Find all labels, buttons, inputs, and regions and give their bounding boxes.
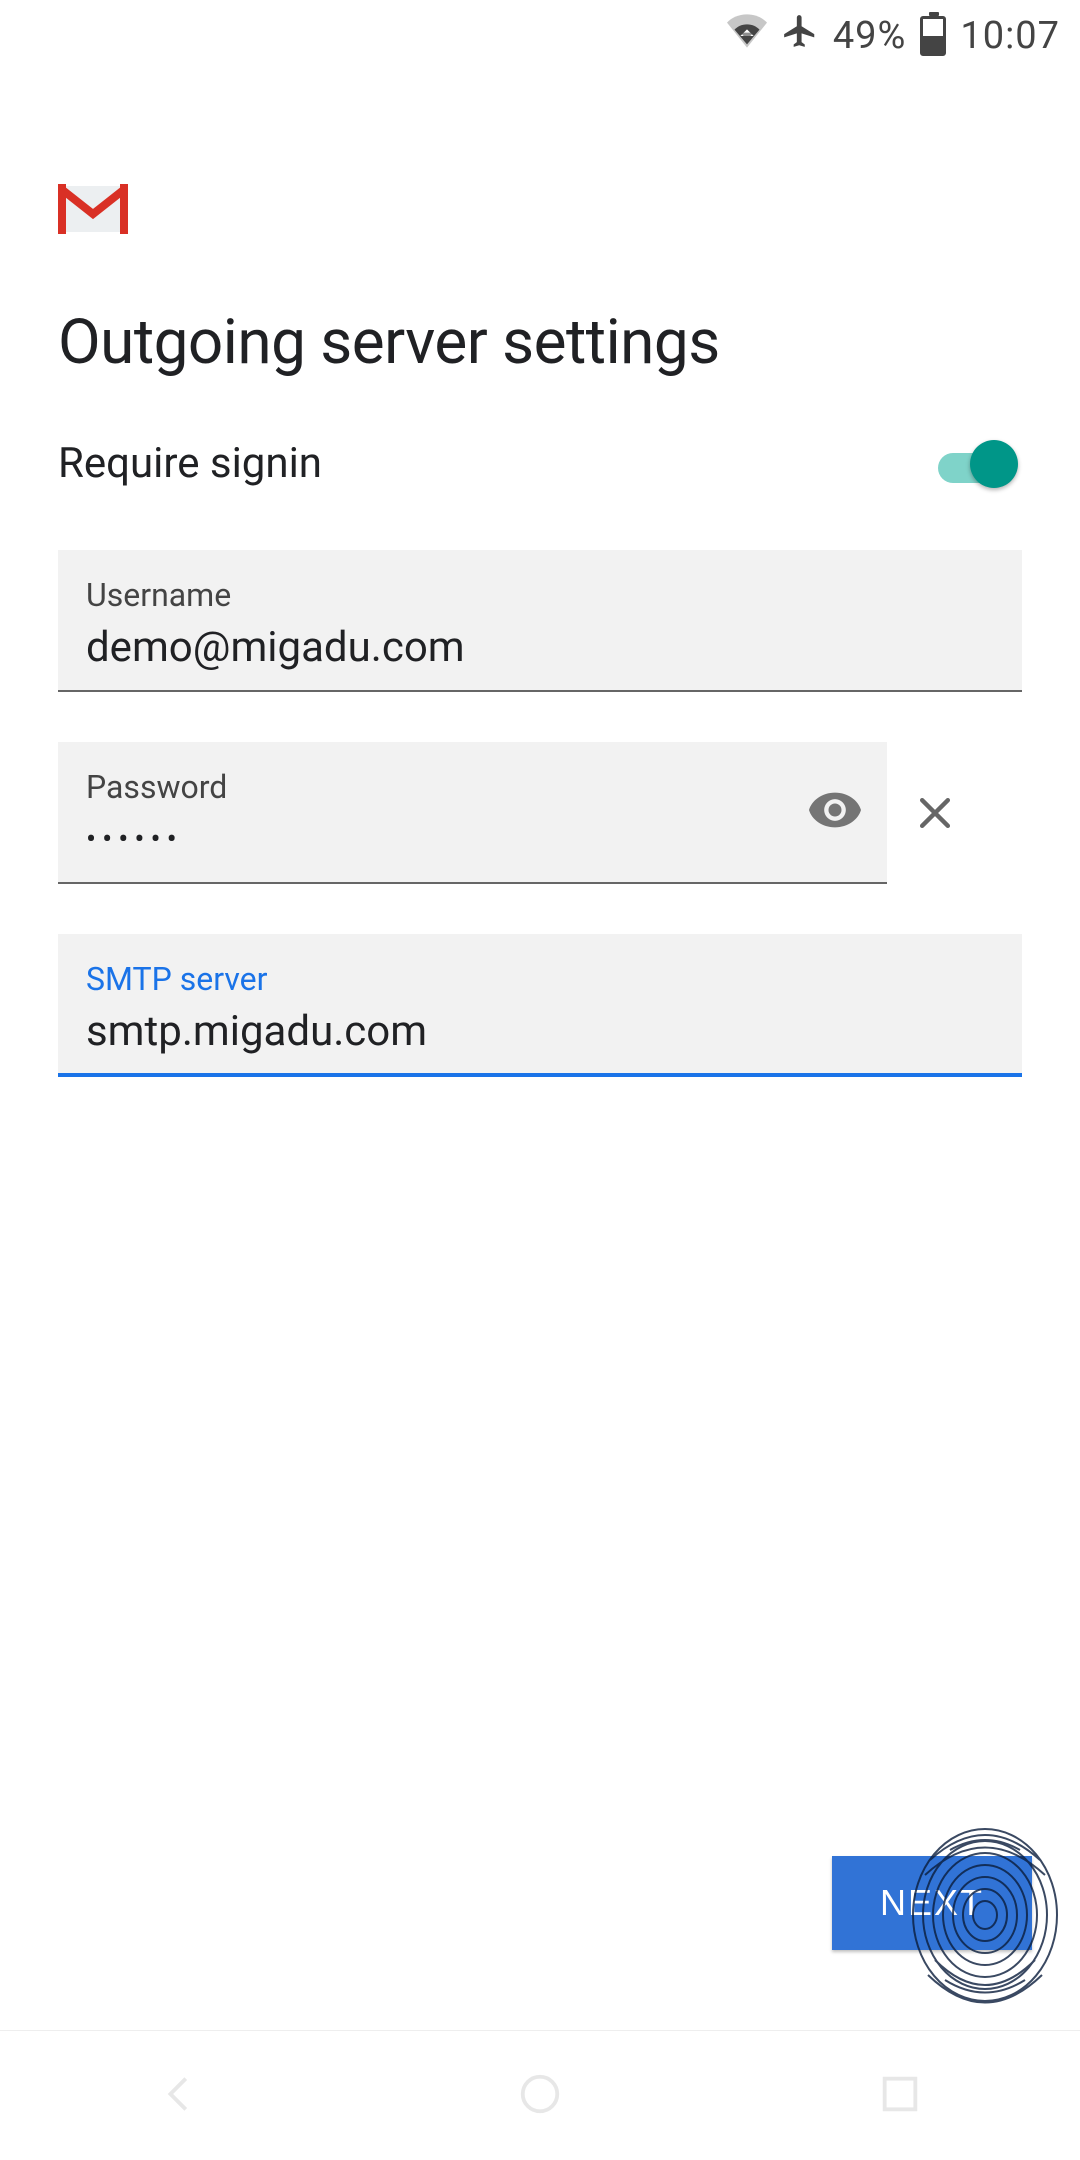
battery-percentage: 49% xyxy=(833,14,907,58)
password-field[interactable]: Password •••••• xyxy=(58,742,887,884)
nav-recents-icon[interactable] xyxy=(877,2071,923,2121)
airplane-mode-icon xyxy=(781,12,819,60)
require-signin-row: Require signin xyxy=(58,439,1022,488)
password-label: Password xyxy=(86,768,859,806)
clear-password-button[interactable] xyxy=(905,783,965,843)
username-label: Username xyxy=(86,576,994,614)
smtp-server-field[interactable]: SMTP server smtp.migadu.com xyxy=(58,934,1022,1076)
status-clock: 10:07 xyxy=(960,14,1060,58)
gmail-icon xyxy=(58,184,128,234)
status-bar: 49% 10:07 xyxy=(0,0,1080,72)
wifi-icon xyxy=(727,14,767,58)
require-signin-toggle[interactable] xyxy=(938,444,1012,484)
show-password-icon[interactable] xyxy=(809,792,861,832)
password-input[interactable]: •••••• xyxy=(86,816,859,864)
username-field[interactable]: Username demo@migadu.com xyxy=(58,550,1022,692)
smtp-server-input[interactable]: smtp.migadu.com xyxy=(86,1008,994,1056)
page-title: Outgoing server settings xyxy=(58,306,1022,379)
smtp-server-label: SMTP server xyxy=(86,960,994,998)
nav-home-icon[interactable] xyxy=(517,2071,563,2121)
battery-icon xyxy=(920,16,946,56)
next-button[interactable]: NEXT xyxy=(832,1856,1032,1950)
nav-back-icon[interactable] xyxy=(157,2071,203,2121)
android-nav-bar xyxy=(0,2030,1080,2160)
main-content: Outgoing server settings Require signin … xyxy=(0,72,1080,1077)
username-input[interactable]: demo@migadu.com xyxy=(86,624,994,672)
require-signin-label: Require signin xyxy=(58,439,322,488)
